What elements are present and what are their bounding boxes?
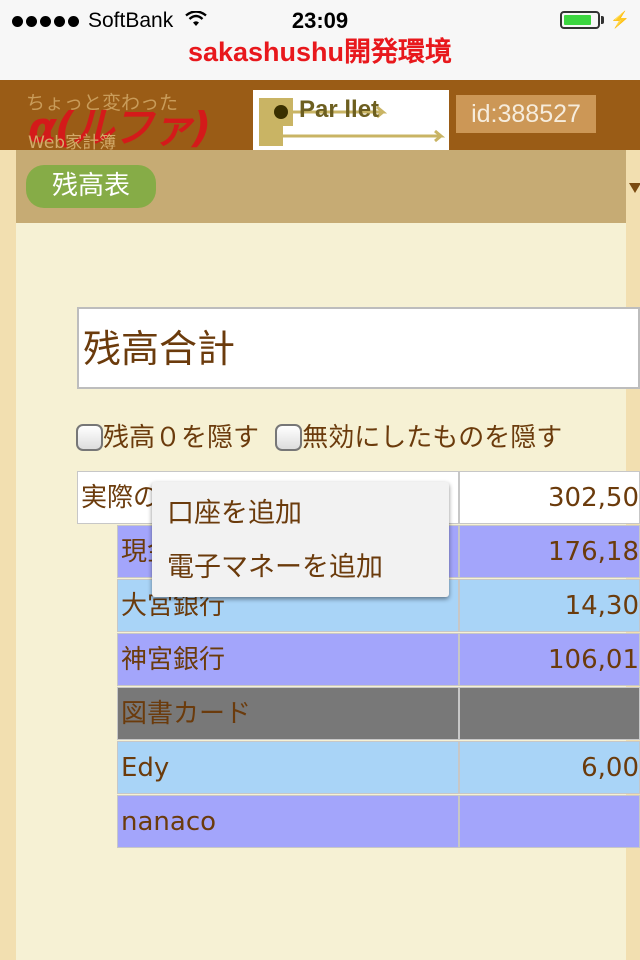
- status-bar: SoftBank 23:09 ⚡: [0, 0, 640, 40]
- account-name-cell: 図書カード: [117, 687, 459, 740]
- balance-value-cell: 176,18: [459, 525, 640, 578]
- balance-value-cell: [459, 795, 640, 848]
- page-title: sakashushu開発環境: [0, 39, 640, 80]
- balance-value-cell: 6,00: [459, 741, 640, 794]
- hide-disabled-label: 無効にしたものを隠す: [302, 423, 563, 453]
- hide-zero-checkbox[interactable]: [76, 424, 103, 451]
- charging-icon: ⚡: [610, 12, 630, 29]
- balance-value-cell: 106,01: [459, 633, 640, 686]
- parllet-logo[interactable]: Par llet: [253, 90, 449, 150]
- add-emoney-menu-item[interactable]: 電子マネーを追加: [167, 543, 383, 593]
- context-menu: 口座を追加 電子マネーを追加: [152, 482, 449, 597]
- app-logo[interactable]: ちょっと変わった α(ルファ)版 Web家計簿: [26, 86, 248, 213]
- battery-icon: [560, 11, 601, 29]
- hide-disabled-checkbox[interactable]: [275, 424, 303, 451]
- user-id-badge: id:388527: [456, 95, 596, 133]
- balance-value-cell: [459, 687, 640, 740]
- clock: 23:09: [291, 8, 349, 33]
- dropdown-triangle-icon[interactable]: [629, 183, 640, 193]
- add-account-menu-item[interactable]: 口座を追加: [167, 489, 302, 539]
- balance-sheet-tab[interactable]: 残高表: [26, 165, 156, 208]
- parllet-logo-text: Par llet: [299, 96, 380, 123]
- account-name-cell: 神宮銀行: [117, 633, 459, 686]
- account-name-cell: nanaco: [117, 795, 459, 848]
- balance-value-cell: 14,30: [459, 579, 640, 632]
- filter-options: 残高０を隠す 無効にしたものを隠す: [76, 417, 640, 453]
- account-name-cell: Edy: [117, 741, 459, 794]
- balance-total-title: 残高合計: [77, 307, 640, 389]
- balance-value-cell: 302,50: [459, 471, 640, 524]
- hide-zero-label: 残高０を隠す: [103, 423, 260, 453]
